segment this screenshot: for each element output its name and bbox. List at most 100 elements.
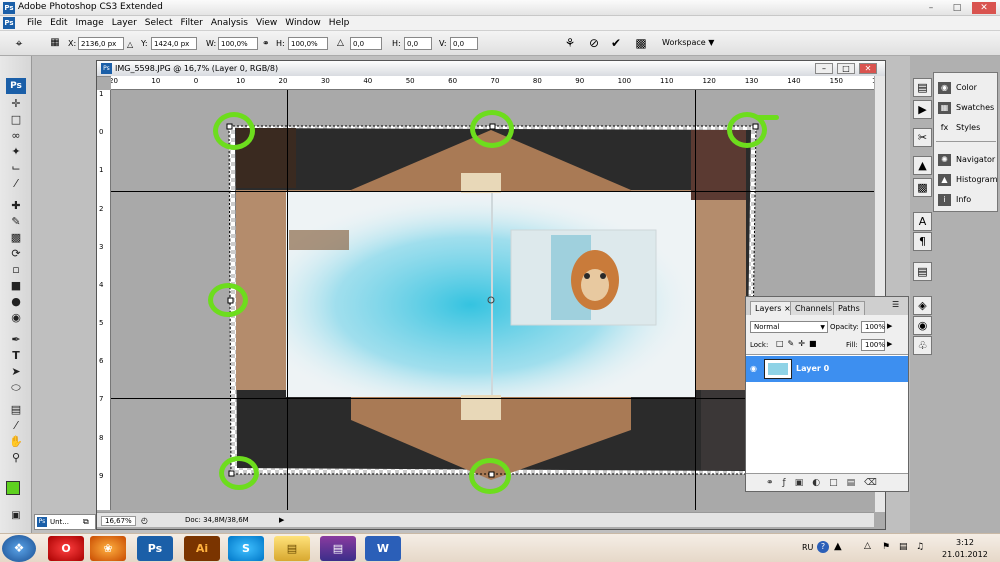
quick-mask-icon[interactable]: ▣ [7, 508, 25, 523]
foreground-color-swatch[interactable] [6, 481, 20, 495]
menu-analysis[interactable]: Analysis [211, 18, 248, 28]
styles-panel-row[interactable]: fx Styles [934, 119, 997, 137]
actions-panel-icon[interactable]: ▶ [913, 100, 932, 119]
brushes-panel-icon[interactable]: ▲ [913, 156, 932, 175]
channels-panel-icon[interactable]: ◉ [913, 316, 932, 335]
vskew-field[interactable]: 0,0 [450, 37, 478, 50]
move-tool-icon[interactable]: ✛ [7, 96, 25, 111]
paragraph-panel-icon[interactable]: ¶ [913, 232, 932, 251]
eyedropper-icon[interactable]: ⁄ [7, 176, 25, 191]
x-field[interactable]: 2136,0 px [78, 37, 124, 50]
magic-wand-icon[interactable]: ✦ [7, 144, 25, 159]
doc-minimize-button[interactable]: – [815, 63, 833, 74]
y-field[interactable]: 1424,0 px [151, 37, 197, 50]
lock-icons[interactable]: □✎✛■ [776, 339, 821, 348]
ps-menu-icon[interactable]: Ps [3, 17, 15, 29]
tray-flag-icon[interactable]: ⚑ [882, 542, 890, 552]
vertical-ruler[interactable]: 101234567891 [97, 90, 111, 510]
history-brush-icon[interactable]: ⟳ [7, 246, 25, 261]
minimize-button[interactable]: – [920, 2, 942, 14]
menu-image[interactable]: Image [76, 18, 104, 28]
crop-tool-icon[interactable]: ⌙ [7, 160, 25, 175]
hskew-field[interactable]: 0,0 [404, 37, 432, 50]
tray-arrow-icon[interactable]: △ [864, 541, 871, 551]
character-panel-icon[interactable]: A [913, 212, 932, 231]
clone-source-icon[interactable]: ▩ [913, 178, 932, 197]
restore-icon[interactable]: ⧉ [83, 517, 89, 527]
bridge-icon[interactable]: ▩ [634, 36, 648, 50]
menu-edit[interactable]: Edit [50, 18, 67, 28]
warp-icon[interactable]: ⚘ [563, 36, 577, 50]
transform-tool-icon[interactable]: ⌖ [12, 36, 26, 50]
info-panel-row[interactable]: i Info [934, 191, 997, 209]
dodge-tool-icon[interactable]: ◉ [7, 310, 25, 325]
fill-field[interactable]: 100% [861, 339, 885, 351]
layer-row[interactable]: ◉ Layer 0 [746, 356, 908, 382]
history-panel-icon[interactable]: ▤ [913, 78, 932, 97]
eyedropper-2-icon[interactable]: ⁄ [7, 418, 25, 433]
workspace-menu[interactable]: Workspace ▼ [662, 38, 714, 47]
fill-arrow[interactable]: ▶ [887, 340, 892, 348]
tab-layers[interactable]: Layers × [750, 301, 796, 315]
type-tool-icon[interactable]: T [7, 348, 25, 363]
reference-point-icon[interactable]: ▦ [48, 36, 62, 50]
clock-time[interactable]: 3:12 [956, 538, 974, 547]
status-menu-arrow[interactable]: ▶ [279, 516, 284, 524]
volume-tray-icon[interactable]: ♫ [916, 542, 924, 552]
width-field[interactable]: 100,0% [218, 37, 258, 50]
maximize-button[interactable]: □ [946, 2, 968, 14]
menu-layer[interactable]: Layer [112, 18, 137, 28]
zoom-tool-icon[interactable]: ⚲ [7, 450, 25, 465]
relative-position-icon[interactable]: △ [127, 40, 133, 49]
marquee-tool-icon[interactable]: □ [7, 112, 25, 127]
photoshop-taskbar-icon[interactable]: Ps [137, 536, 173, 561]
clock-date[interactable]: 21.01.2012 [942, 550, 988, 559]
swatches-panel-row[interactable]: ▦ Swatches [934, 99, 997, 117]
layer-name[interactable]: Layer 0 [796, 364, 829, 373]
blend-mode-select[interactable]: Normal ▼ [750, 321, 828, 333]
opacity-field[interactable]: 100% [861, 321, 885, 333]
eraser-tool-icon[interactable]: ▫ [7, 262, 25, 277]
tool-presets-icon[interactable]: ✂ [913, 128, 932, 147]
winrar-taskbar-icon[interactable]: ▤ [320, 536, 356, 561]
commit-transform-icon[interactable]: ✔ [609, 36, 623, 50]
link-icon[interactable]: ⚭ [262, 39, 270, 49]
horizontal-ruler[interactable]: 2010010203040506070809010011012013014015… [111, 76, 874, 90]
word-taskbar-icon[interactable]: W [365, 536, 401, 561]
cancel-transform-icon[interactable]: ⊘ [587, 36, 601, 50]
start-button[interactable]: ❖ [2, 535, 36, 562]
doc-close-button[interactable]: ✕ [859, 63, 877, 74]
illustrator-taskbar-icon[interactable]: Ai [184, 536, 220, 561]
pen-tool-icon[interactable]: ✒ [7, 332, 25, 347]
menu-select[interactable]: Select [145, 18, 173, 28]
shape-tool-icon[interactable]: ⬭ [7, 380, 25, 395]
menu-file[interactable]: File [27, 18, 42, 28]
language-indicator[interactable]: RU [802, 543, 813, 552]
tab-paths[interactable]: Paths [833, 301, 865, 315]
panel-menu-icon[interactable]: ☰ [892, 300, 899, 309]
layers-panel-icon[interactable]: ◈ [913, 296, 932, 315]
healing-brush-icon[interactable]: ✚ [7, 198, 25, 213]
blur-tool-icon[interactable]: ● [7, 294, 25, 309]
menu-filter[interactable]: Filter [181, 18, 203, 28]
menu-help[interactable]: Help [329, 18, 350, 28]
firefox-taskbar-icon[interactable]: ❀ [90, 536, 126, 561]
lasso-tool-icon[interactable]: ∞ [7, 128, 25, 143]
histogram-panel-row[interactable]: ▲ Histogram [934, 171, 998, 189]
zoom-field[interactable]: 16,67% [101, 516, 136, 526]
menu-view[interactable]: View [256, 18, 277, 28]
close-button[interactable]: ✕ [972, 2, 996, 14]
tab-channels[interactable]: Channels [790, 301, 838, 315]
menu-window[interactable]: Window [285, 18, 321, 28]
visibility-eye-icon[interactable]: ◉ [750, 364, 757, 373]
skype-taskbar-icon[interactable]: S [228, 536, 264, 561]
network-tray-icon[interactable]: ▤ [899, 542, 908, 552]
notes-panel-icon[interactable]: ▤ [913, 262, 932, 281]
brush-tool-icon[interactable]: ✎ [7, 214, 25, 229]
gradient-tool-icon[interactable]: ■ [7, 278, 25, 293]
navigator-panel-row[interactable]: ✺ Navigator [934, 151, 997, 169]
height-field[interactable]: 100,0% [288, 37, 328, 50]
angle-field[interactable]: 0,0 [350, 37, 382, 50]
help-tray-icon[interactable]: ? [817, 541, 829, 553]
doc-maximize-button[interactable]: □ [837, 63, 855, 74]
